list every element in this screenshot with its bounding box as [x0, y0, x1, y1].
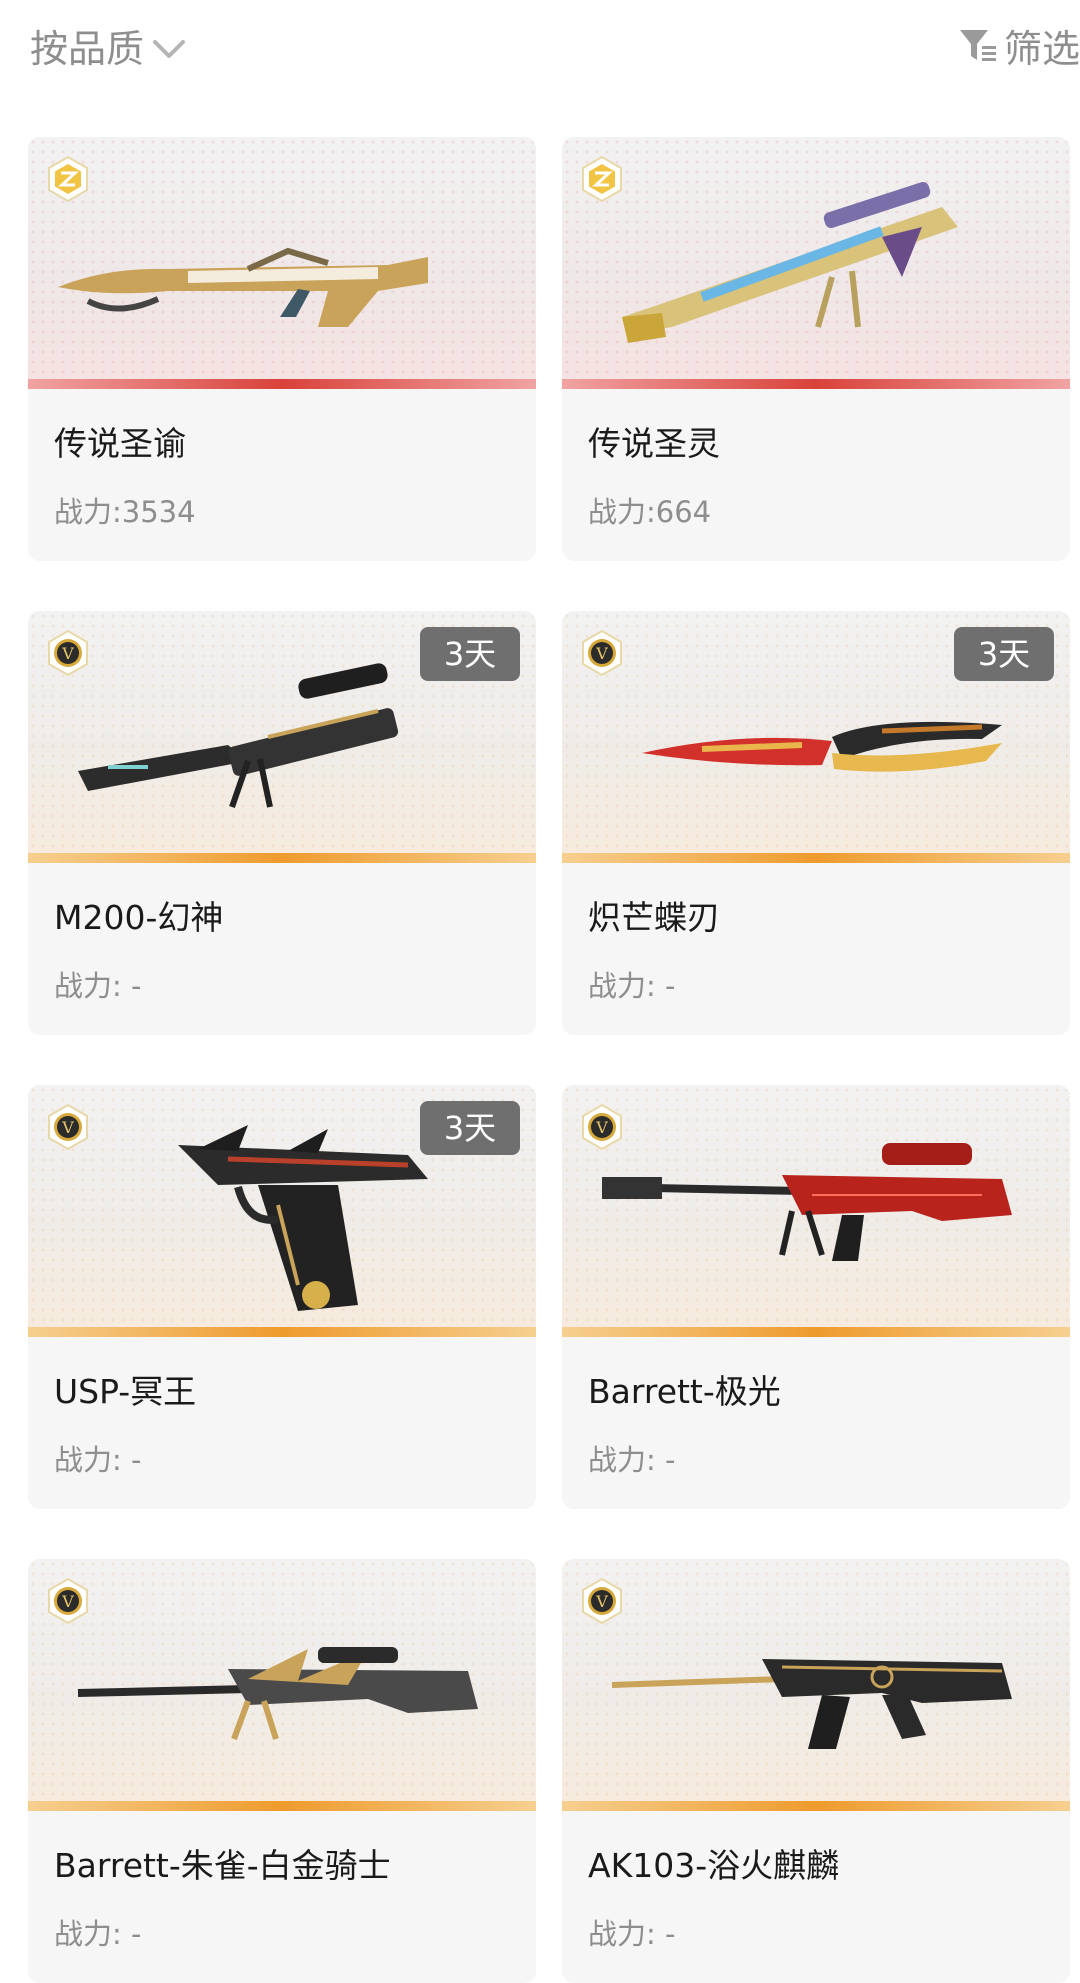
- weapon-name: 传说圣灵: [588, 424, 720, 463]
- weapon-power: 战力: -: [588, 969, 676, 1003]
- weapon-artwork: V: [562, 1559, 1070, 1811]
- weapon-name: USP-冥王: [54, 1372, 197, 1411]
- weapon-name: Barrett-极光: [588, 1372, 781, 1411]
- weapon-artwork: V: [562, 1085, 1070, 1337]
- weapon-card[interactable]: V Barrett-极光 战力: -: [562, 1085, 1070, 1509]
- weapon-name: Barrett-朱雀-白金骑士: [54, 1846, 391, 1885]
- weapon-card[interactable]: V Barrett-朱雀-白金骑士 战力: -: [28, 1559, 536, 1983]
- sniper-rifle-skin-icon: [622, 181, 958, 343]
- quality-stripe: [28, 1327, 536, 1337]
- weapon-card[interactable]: V 3天 USP-冥王 战力: -: [28, 1085, 536, 1509]
- quality-stripe: [562, 379, 1070, 389]
- weapon-name: M200-幻神: [54, 898, 224, 937]
- sniper-rifle-skin-icon: [601, 1143, 1012, 1261]
- weapon-power: 战力:664: [588, 495, 712, 529]
- chevron-down-icon: [153, 39, 186, 58]
- weapon-name: 传说圣谕: [54, 424, 186, 463]
- filter-icon: [959, 29, 996, 61]
- sort-by-quality-dropdown[interactable]: 按品质: [30, 18, 186, 73]
- weapon-card[interactable]: V AK103-浴火麒麟 战力: -: [562, 1559, 1070, 1983]
- weapon-power: 战力: -: [54, 1917, 142, 1951]
- weapon-artwork: V 3天: [28, 1085, 536, 1337]
- weapon-card[interactable]: V 3天 M200-幻神 战力: -: [28, 611, 536, 1035]
- weapon-name: 炽芒蝶刃: [588, 898, 720, 937]
- quality-stripe: [562, 1327, 1070, 1337]
- weapon-power: 战力: -: [588, 1443, 676, 1477]
- filter-label: 筛选: [1003, 27, 1080, 71]
- sniper-rifle-skin-icon: [77, 1647, 478, 1741]
- rifle-skin-icon: [58, 247, 428, 327]
- top-bar: 按品质 筛选: [0, 0, 1080, 100]
- weapon-card[interactable]: 传说圣谕 战力:3534: [28, 137, 536, 561]
- quality-stripe: [562, 1801, 1070, 1811]
- weapon-artwork: V: [28, 1559, 536, 1811]
- weapon-power: 战力: -: [54, 969, 142, 1003]
- weapon-power: 战力: -: [54, 1443, 142, 1477]
- weapon-artwork: V 3天: [562, 611, 1070, 863]
- filter-button[interactable]: 筛选: [958, 18, 1080, 73]
- quality-stripe: [562, 853, 1070, 863]
- weapon-card[interactable]: V 3天 炽芒蝶刃 战力: -: [562, 611, 1070, 1035]
- quality-stripe: [28, 853, 536, 863]
- weapon-power: 战力:3534: [54, 495, 196, 529]
- butterfly-knife-skin-icon: [642, 721, 1002, 772]
- pistol-skin-icon: [178, 1125, 428, 1311]
- weapon-artwork: [562, 137, 1070, 389]
- weapon-artwork: V 3天: [28, 611, 536, 863]
- weapon-name: AK103-浴火麒麟: [588, 1846, 840, 1885]
- weapon-card[interactable]: 传说圣灵 战力:664: [562, 137, 1070, 561]
- quality-stripe: [28, 379, 536, 389]
- sort-label: 按品质: [30, 27, 145, 71]
- sniper-rifle-skin-icon: [78, 663, 399, 808]
- rifle-skin-icon: [611, 1659, 1012, 1749]
- quality-stripe: [28, 1801, 536, 1811]
- weapon-power: 战力: -: [588, 1917, 676, 1951]
- weapon-artwork: [28, 137, 536, 389]
